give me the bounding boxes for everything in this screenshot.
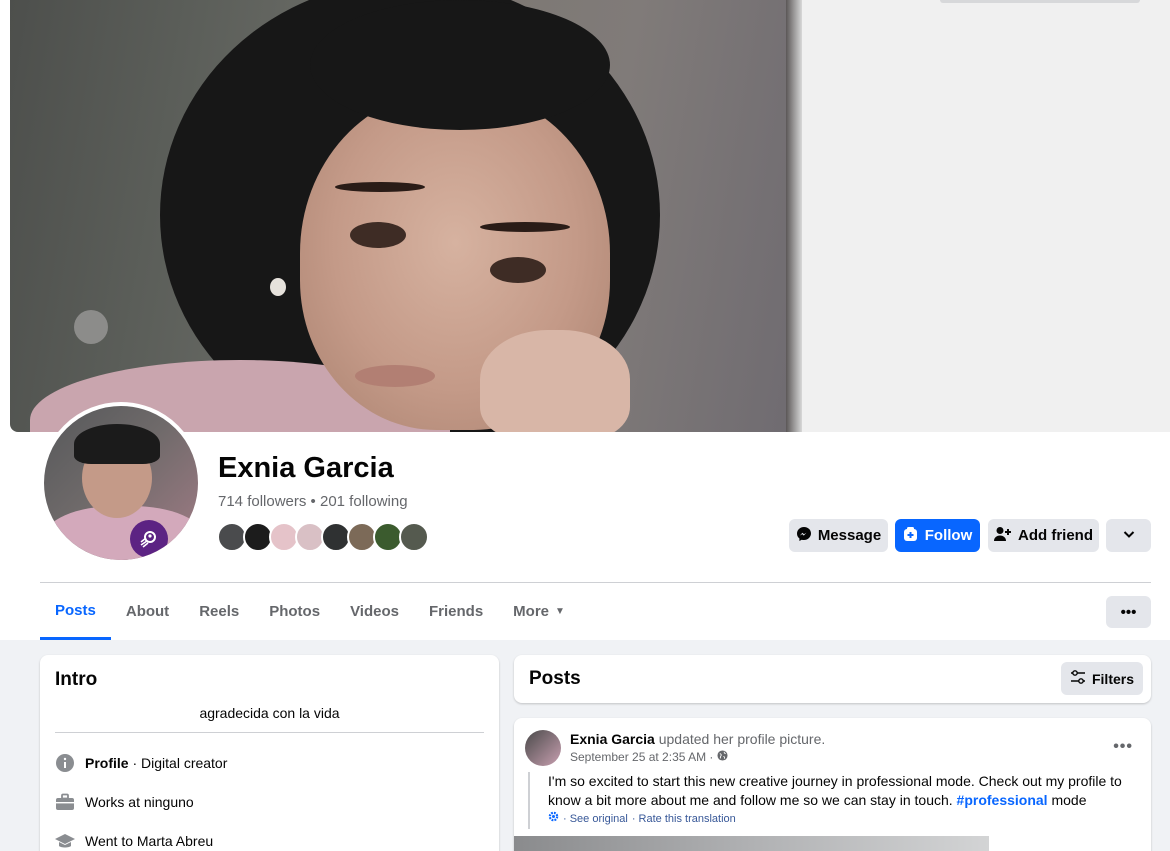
cover-top-tab	[940, 0, 1140, 3]
filters-label: Filters	[1091, 670, 1134, 687]
chevron-down-icon	[1122, 527, 1136, 545]
post-timestamp: September 25 at 2:35 AM ·	[570, 750, 728, 764]
tab-friends[interactable]: Friends	[414, 583, 498, 640]
caret-down-icon: ▼	[555, 606, 565, 617]
stats-separator: •	[306, 493, 320, 510]
follow-plus-icon	[903, 526, 919, 546]
globe-icon	[717, 750, 728, 764]
more-options-button[interactable]: •••	[1106, 596, 1151, 628]
follow-button[interactable]: Follow	[895, 519, 980, 552]
cover-brow-left	[335, 182, 425, 192]
intro-education-row: Went to Marta Abreu	[55, 831, 213, 851]
cover-hair-top	[310, 0, 610, 130]
post-options-icon[interactable]: •••	[1113, 738, 1133, 756]
post-action-text: updated her profile picture.	[654, 731, 826, 747]
translate-gear-icon	[548, 810, 559, 829]
post-author-name[interactable]: Exnia Garcia	[570, 731, 655, 747]
post-text-end: mode	[1047, 792, 1087, 808]
message-label: Message	[817, 527, 882, 544]
intro-profile-text: Profile · Digital creator	[85, 755, 227, 771]
cover-lips	[355, 365, 435, 387]
more-dots-icon: •••	[1120, 603, 1137, 621]
intro-profile-row: Profile · Digital creator	[55, 753, 227, 773]
intro-title: Intro	[55, 669, 98, 690]
post-image[interactable]	[514, 836, 989, 851]
post-author-avatar[interactable]	[525, 730, 561, 766]
rate-translation-link[interactable]: · Rate this translation	[632, 810, 736, 829]
add-friend-button[interactable]: Add friend	[988, 519, 1099, 552]
followers-link[interactable]: 714 followers	[218, 493, 306, 510]
following-link[interactable]: 201 following	[320, 493, 408, 510]
follow-label: Follow	[924, 527, 973, 544]
post-text: I'm so excited to start this new creativ…	[528, 772, 1128, 829]
cover-brow-right	[480, 222, 570, 232]
translation-row: · See original · Rate this translation	[548, 810, 1128, 829]
cover-earring	[270, 278, 286, 296]
post-hashtag[interactable]: #professional	[957, 792, 1048, 808]
intro-separator	[55, 732, 484, 733]
avatar-hair	[74, 424, 160, 464]
messenger-icon	[796, 526, 812, 546]
tab-more-label: More	[513, 603, 550, 620]
post-header: Exnia Garcia updated her profile picture…	[570, 731, 825, 747]
posts-header-card: Posts Filters	[514, 655, 1151, 703]
tab-photos[interactable]: Photos	[254, 583, 335, 640]
tab-about[interactable]: About	[111, 583, 184, 640]
filters-button[interactable]: Filters	[1061, 662, 1143, 695]
cover-right-panel	[786, 0, 1170, 432]
cover-eye-right	[490, 257, 546, 283]
posts-title: Posts	[529, 668, 581, 689]
profile-options-dropdown[interactable]	[1106, 519, 1151, 552]
intro-work-text: Works at ninguno	[85, 794, 194, 810]
cover-hand	[480, 330, 630, 432]
friend-avatars[interactable]	[217, 522, 429, 552]
cover-photo[interactable]	[10, 0, 810, 432]
profile-name: Exnia Garcia	[218, 452, 394, 484]
filters-icon	[1070, 670, 1086, 687]
profile-avatar[interactable]	[40, 402, 202, 564]
profile-tabs: Posts About Reels Photos Videos Friends …	[40, 583, 580, 640]
follow-stats: 714 followers • 201 following	[218, 493, 408, 510]
intro-bio: agradecida con la vida	[199, 705, 340, 721]
message-button[interactable]: Message	[789, 519, 888, 552]
tab-videos[interactable]: Videos	[335, 583, 414, 640]
briefcase-icon	[55, 792, 75, 812]
see-original-link[interactable]: · See original	[563, 810, 628, 829]
tab-reels[interactable]: Reels	[184, 583, 254, 640]
info-icon	[55, 753, 75, 773]
post-card: Exnia Garcia updated her profile picture…	[514, 718, 1151, 851]
professional-badge-icon	[130, 520, 168, 558]
tab-posts[interactable]: Posts	[40, 583, 111, 640]
add-friend-icon	[994, 526, 1012, 546]
post-time-text[interactable]: September 25 at 2:35 AM ·	[570, 750, 713, 764]
intro-card: Intro agradecida con la vida Profile · D…	[40, 655, 499, 851]
profile-category: · Digital creator	[128, 755, 228, 771]
intro-education-text: Went to Marta Abreu	[85, 833, 214, 849]
tab-more[interactable]: More ▼	[498, 583, 580, 640]
cover-edge	[786, 0, 802, 432]
friend-avatar[interactable]	[399, 522, 429, 552]
intro-work-row: Works at ninguno	[55, 792, 194, 812]
add-friend-label: Add friend	[1018, 527, 1093, 544]
profile-label: Profile	[85, 755, 129, 771]
graduation-cap-icon	[55, 831, 75, 851]
cover-background-bead	[74, 310, 108, 344]
cover-eye-left	[350, 222, 406, 248]
